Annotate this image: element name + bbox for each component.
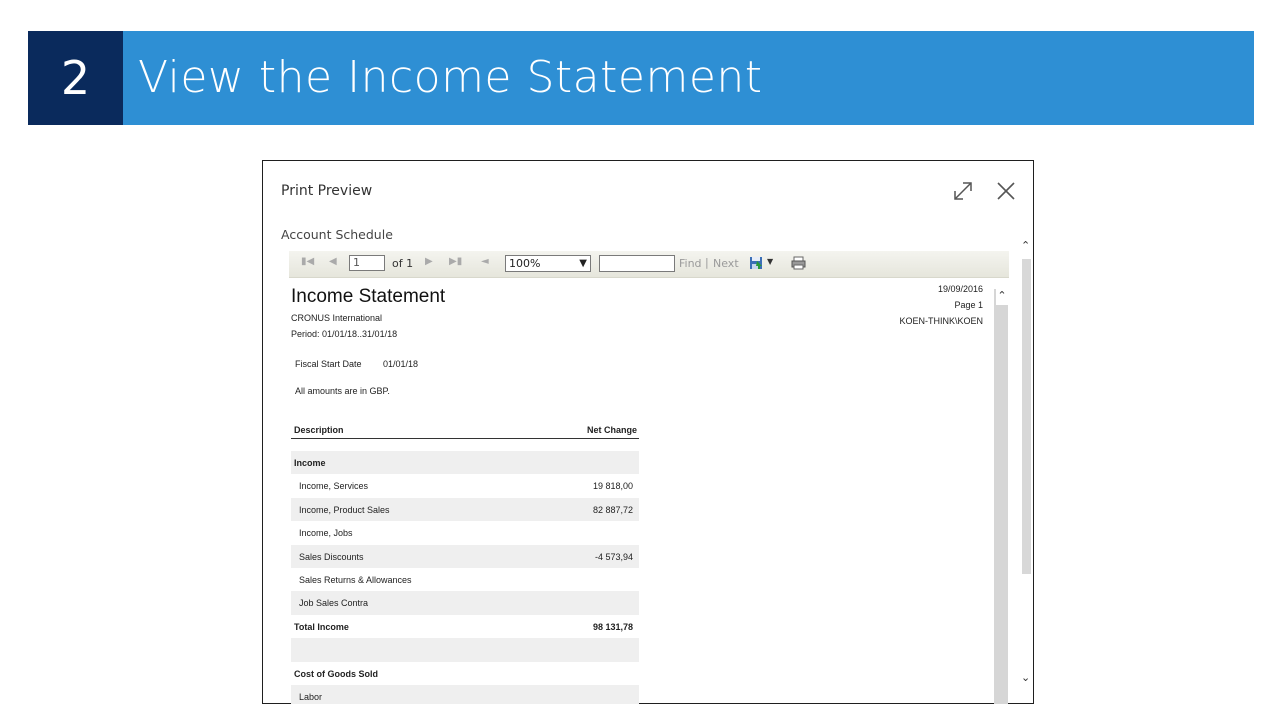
report-title: Income Statement	[291, 286, 446, 307]
row-net-change: -4 573,94	[594, 551, 633, 562]
report-user: KOEN-THINK\KOEN	[899, 316, 983, 326]
dialog-scrollbar[interactable]: ⌃ ⌄	[1019, 239, 1033, 694]
table-row: Sales Returns & Allowances	[291, 568, 639, 591]
page-number-input[interactable]: 1	[349, 255, 385, 271]
row-description: Labor	[299, 691, 323, 702]
scroll-down-icon[interactable]: ⌄	[1021, 671, 1030, 684]
zoom-value: 100%	[509, 257, 541, 270]
table-row: Labor	[291, 684, 639, 704]
scroll-thumb[interactable]	[1022, 259, 1031, 574]
row-description: Income, Jobs	[299, 528, 353, 539]
row-description: Income, Product Sales	[299, 504, 390, 515]
export-icon[interactable]	[749, 256, 763, 270]
print-icon[interactable]	[791, 256, 806, 270]
row-description: Sales Discounts	[299, 551, 364, 562]
step-number: 2	[28, 31, 123, 125]
income-table: Description Net Change Income Income, Ser…	[291, 419, 639, 704]
find-link[interactable]: Find	[679, 257, 702, 270]
table-row: Income, Product Sales 82 887,72	[291, 497, 639, 522]
table-row: Job Sales Contra	[291, 591, 639, 615]
company-name: CRONUS International	[291, 313, 383, 323]
fiscal-start-value: 01/01/18	[383, 359, 419, 369]
report-period: Period: 01/01/18..31/01/18	[291, 329, 398, 339]
row-description: Income, Services	[299, 481, 369, 492]
close-icon[interactable]	[994, 179, 1018, 203]
slide-title: View the Income Statement	[138, 52, 763, 103]
row-description: Income	[294, 458, 326, 468]
row-net-change: 82 887,72	[592, 504, 633, 515]
row-net-change: 19 818,00	[592, 481, 633, 492]
report-toolbar: ▮◀ ◀ 1 of 1 ▶ ▶▮ ◄ 100% ▼ Find | Next ▼	[289, 251, 1009, 278]
table-header: Description Net Change	[291, 419, 639, 439]
row-net-change: 98 131,78	[592, 621, 633, 632]
table-row: Income, Services 19 818,00	[291, 474, 639, 497]
table-row: Income, Jobs	[291, 521, 639, 544]
column-description: Description	[294, 425, 344, 435]
report-scrollbar[interactable]: ⌃	[994, 289, 1008, 704]
last-page-icon[interactable]: ▶▮	[449, 256, 462, 267]
row-description: Cost of Goods Sold	[294, 668, 378, 679]
row-description: Sales Returns & Allowances	[299, 574, 412, 585]
table-row: Income	[291, 451, 639, 475]
table-row: Total Income 98 131,78	[291, 615, 639, 638]
scroll-up-icon[interactable]: ⌃	[996, 289, 1008, 305]
column-net-change: Net Change	[586, 425, 637, 435]
page-count-label: of 1	[392, 257, 414, 270]
report-date: 19/09/2016	[937, 284, 983, 294]
scroll-up-icon[interactable]: ⌃	[1021, 239, 1030, 252]
report-name: Account Schedule	[281, 227, 393, 242]
row-description: Total Income	[294, 621, 349, 632]
currency-note: All amounts are in GBP.	[295, 386, 390, 396]
expand-icon[interactable]	[951, 179, 975, 203]
table-row: Cost of Goods Sold	[291, 662, 639, 685]
find-input[interactable]	[599, 255, 675, 272]
slide-header: 2 View the Income Statement	[28, 31, 1254, 125]
fiscal-start-label: Fiscal Start Date	[295, 359, 362, 369]
first-page-icon[interactable]: ▮◀	[301, 256, 314, 267]
table-row	[291, 638, 639, 662]
export-dropdown-icon[interactable]: ▼	[767, 257, 773, 266]
next-page-icon[interactable]: ▶	[425, 256, 433, 267]
chevron-down-icon: ▼	[579, 258, 587, 269]
find-next-link[interactable]: Next	[713, 257, 739, 270]
back-icon[interactable]: ◄	[481, 256, 489, 267]
dialog-title: Print Preview	[281, 183, 373, 199]
print-preview-dialog: Print Preview Account Schedule ⌃ ⌄ ▮◀ ◀ …	[262, 160, 1034, 704]
report-page: Income Statement CRONUS International Pe…	[289, 279, 1009, 704]
previous-page-icon[interactable]: ◀	[329, 256, 337, 267]
zoom-select[interactable]: 100% ▼	[505, 255, 591, 272]
row-description: Job Sales Contra	[299, 598, 369, 609]
table-row: Sales Discounts -4 573,94	[291, 544, 639, 568]
report-page-number: Page 1	[954, 300, 983, 310]
toolbar-separator: |	[705, 256, 709, 269]
